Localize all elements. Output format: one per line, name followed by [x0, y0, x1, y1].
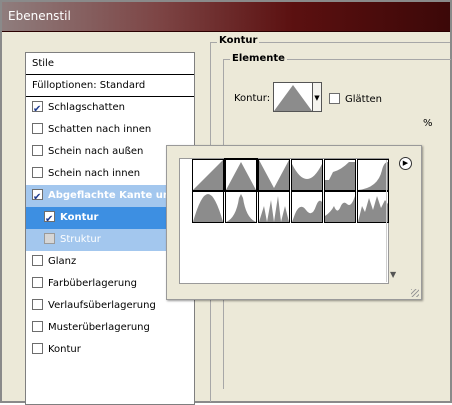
- scroll-down-arrow-icon[interactable]: ▼: [390, 270, 396, 279]
- checkbox-gradient-overlay[interactable]: [32, 299, 43, 310]
- style-item-label: Verlaufsüberlagerung: [48, 300, 156, 311]
- checkbox-drop-shadow[interactable]: [32, 99, 43, 119]
- contour-field-label: Kontur:: [234, 93, 271, 104]
- sawtooth-contour-icon: [358, 196, 388, 222]
- contour-preset[interactable]: [225, 191, 257, 223]
- play-arrow-icon: ▶: [402, 159, 409, 167]
- dropdown-arrow-icon: ▼: [314, 94, 320, 102]
- window-title: Ebenenstil: [8, 9, 71, 23]
- section-title: Kontur: [217, 35, 260, 46]
- contour-preset[interactable]: [291, 191, 323, 223]
- dialog-body: Stile Fülloptionen: Standard Schlagschat…: [2, 32, 451, 405]
- style-item-inner-shadow[interactable]: Schatten nach innen: [26, 119, 194, 141]
- cone-inverted-contour-icon: [259, 160, 289, 190]
- styles-header-label: Stile: [32, 58, 54, 69]
- smooth-checkbox-row[interactable]: Glätten: [329, 93, 382, 105]
- contour-preset-grid: ▼: [179, 158, 396, 284]
- style-item-label: Kontur: [48, 344, 81, 355]
- title-bar[interactable]: Ebenenstil: [2, 2, 450, 32]
- checkbox-inner-shadow[interactable]: [32, 123, 43, 134]
- style-item-label: Schein nach innen: [48, 168, 141, 179]
- contour-preset[interactable]: [324, 191, 356, 223]
- checkbox-contour[interactable]: [44, 209, 55, 229]
- ring-double-contour-icon: [259, 196, 289, 222]
- checkbox-inner-glow[interactable]: [32, 167, 43, 178]
- checkbox-stroke[interactable]: [32, 343, 43, 354]
- checkbox-color-overlay[interactable]: [32, 277, 43, 288]
- blending-options-item[interactable]: Fülloptionen: Standard: [26, 75, 194, 97]
- contour-picker-popup: ▼ ▶: [166, 145, 422, 300]
- contour-dropdown-button[interactable]: ▼: [312, 82, 322, 112]
- style-item-label: Schlagschatten: [48, 102, 125, 113]
- cone-contour-icon: [274, 85, 312, 111]
- contour-preset[interactable]: [192, 159, 224, 191]
- resize-grip-icon[interactable]: [411, 289, 419, 297]
- style-item-label: Struktur: [60, 234, 101, 245]
- style-item-drop-shadow[interactable]: Schlagschatten: [26, 97, 194, 119]
- style-item-label: Schatten nach innen: [48, 124, 152, 135]
- contour-preset[interactable]: [192, 191, 224, 223]
- contour-preset[interactable]: [258, 191, 290, 223]
- smooth-checkbox[interactable]: [329, 93, 340, 104]
- contour-preset[interactable]: [357, 159, 389, 191]
- contour-preset[interactable]: [357, 191, 389, 223]
- contour-preset[interactable]: [324, 159, 356, 191]
- half-round-contour-icon: [193, 194, 223, 222]
- style-item-stroke[interactable]: Kontur: [26, 339, 194, 361]
- style-item-label: Farbüberlagerung: [48, 278, 137, 289]
- ring-contour-icon: [226, 194, 256, 222]
- checkbox-outer-glow[interactable]: [32, 145, 43, 156]
- linear-contour-icon: [193, 160, 223, 190]
- gaussian-contour-icon: [358, 162, 388, 190]
- layer-style-dialog: Ebenenstil Stile Fülloptionen: Standard …: [0, 0, 452, 405]
- style-item-label: Schein nach außen: [48, 146, 144, 157]
- checkbox-pattern-overlay[interactable]: [32, 321, 43, 332]
- rounded-steps-contour-icon: [325, 196, 355, 222]
- picker-menu-button[interactable]: ▶: [399, 157, 412, 170]
- cove-deep-contour-icon: [292, 164, 322, 190]
- subsection-title: Elemente: [230, 53, 287, 64]
- smooth-label: Glätten: [345, 94, 382, 105]
- contour-preset[interactable]: [258, 159, 290, 191]
- style-item-pattern-overlay[interactable]: Musterüberlagerung: [26, 317, 194, 339]
- current-contour-preview[interactable]: [273, 82, 313, 112]
- contour-preset[interactable]: [224, 158, 258, 192]
- contour-preset[interactable]: [291, 159, 323, 191]
- style-item-label: Glanz: [48, 256, 77, 267]
- blending-options-label: Fülloptionen: Standard: [32, 80, 146, 91]
- checkbox-satin[interactable]: [32, 255, 43, 266]
- checkbox-texture[interactable]: [44, 233, 55, 244]
- styles-header[interactable]: Stile: [26, 53, 194, 75]
- checkbox-bevel-emboss[interactable]: [32, 187, 43, 207]
- style-item-label: Musterüberlagerung: [48, 322, 150, 333]
- style-item-label: Kontur: [60, 212, 99, 223]
- range-percent-sign: %: [423, 118, 433, 129]
- cove-shallow-contour-icon: [325, 162, 355, 190]
- preset-scrollbar[interactable]: ▼: [386, 160, 400, 282]
- cone-contour-icon: [226, 162, 256, 190]
- rolling-slope-contour-icon: [292, 200, 322, 222]
